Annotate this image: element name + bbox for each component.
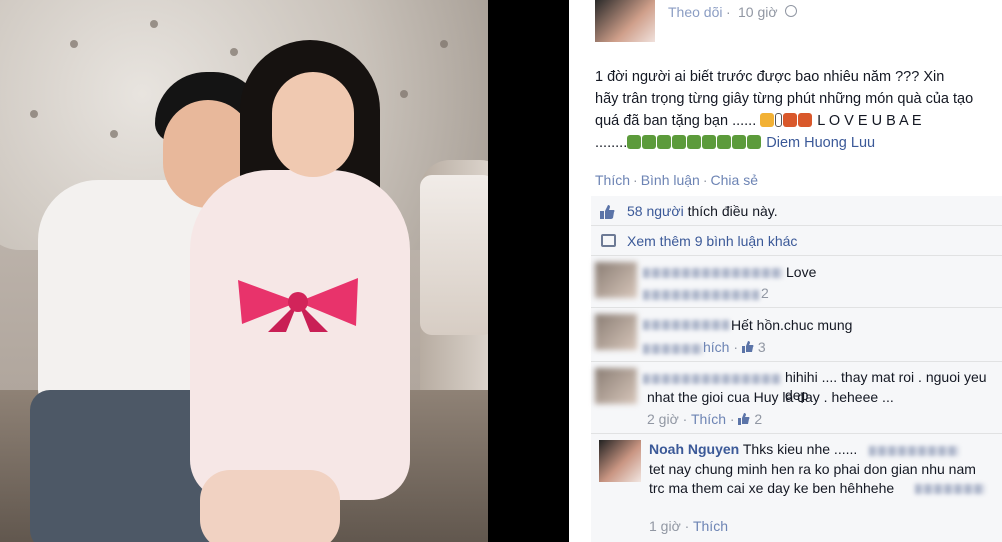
sofa-tuft	[400, 90, 408, 98]
comment-text: Thks kieu nhe ......	[742, 441, 858, 457]
separator-dot: ·	[726, 4, 731, 20]
post-line: quá đã ban tặng bạn ...... L O V E U B A…	[595, 110, 987, 132]
comment-bubble-icon	[601, 234, 616, 247]
cake-emoji-icon	[627, 135, 642, 149]
comment-time[interactable]: 2 giờ	[647, 411, 679, 427]
pillow	[420, 175, 488, 335]
blurred-meta	[643, 344, 703, 354]
cake-emoji-icon	[672, 135, 687, 149]
screenshot: Theo dõi · 10 giờ 1 đời người ai biết tr…	[0, 0, 1002, 542]
sofa-tuft	[440, 40, 448, 48]
comment-item: Love 2	[591, 256, 1002, 308]
sofa-tuft	[150, 20, 158, 28]
comment-like-button[interactable]: Thích	[691, 411, 726, 427]
blurred-name	[643, 320, 729, 330]
commenter-name-link[interactable]: Noah Nguyen	[649, 441, 739, 457]
sofa-tuft	[70, 40, 78, 48]
separator-dot: ·	[633, 172, 638, 188]
post-photo[interactable]	[0, 0, 488, 542]
comment-meta: 1 giờ · Thích	[649, 518, 728, 534]
gift-emoji-icon	[798, 113, 813, 127]
cake-emoji-icon	[642, 135, 657, 149]
commenter-avatar[interactable]	[595, 262, 637, 298]
likes-row: 58 người thích điều này.	[591, 196, 1002, 226]
comment-like-button[interactable]: Thích	[693, 518, 728, 534]
tagged-person-link[interactable]: Diem Huong Luu	[766, 135, 875, 151]
globe-icon	[785, 5, 797, 17]
post-line-text: L O V E U B A E	[813, 113, 922, 129]
party-emoji-icon	[760, 113, 775, 127]
comment-like-count[interactable]: 2	[754, 411, 762, 427]
cake-emoji-icon	[732, 135, 747, 149]
comment-item: Hết hồn.chuc mung hích · 3	[591, 308, 1002, 362]
comment-like-count[interactable]: 2	[761, 285, 769, 301]
woman-dress	[190, 170, 410, 500]
thumbs-up-icon	[741, 341, 754, 353]
comment-text: Love	[786, 264, 817, 280]
blurred-name	[915, 484, 985, 494]
woman-face	[272, 72, 354, 177]
separator-dot: ·	[702, 172, 708, 188]
cake-emoji-icon	[717, 135, 732, 149]
post-line-text: ........	[595, 135, 628, 151]
comment-text: tet nay chung minh hen ra ko phai don gi…	[649, 461, 976, 477]
box-glyph-icon	[775, 113, 783, 127]
view-more-comments-link[interactable]: Xem thêm 9 bình luận khác	[627, 233, 797, 249]
cake-emoji-icon	[657, 135, 672, 149]
post-panel: Theo dõi · 10 giờ 1 đời người ai biết tr…	[569, 0, 1002, 542]
comment-like-count[interactable]: 3	[758, 339, 766, 355]
share-button[interactable]: Chia sẻ	[711, 172, 758, 188]
thumbs-up-icon	[738, 413, 750, 425]
cake-emoji-icon	[687, 135, 702, 149]
post-line: 1 đời người ai biết trước được bao nhiêu…	[595, 69, 945, 85]
blurred-name	[869, 446, 959, 456]
commenter-avatar[interactable]	[599, 440, 641, 482]
cake-emoji-icon	[702, 135, 717, 149]
blurred-name	[643, 374, 781, 384]
post-time[interactable]: 10 giờ	[738, 4, 778, 20]
likes-suffix: thích điều này.	[683, 203, 778, 219]
follow-link[interactable]: Theo dõi	[668, 4, 722, 20]
blurred-name	[643, 268, 783, 278]
comment-like-button[interactable]: hích	[703, 339, 729, 355]
commenter-avatar[interactable]	[595, 368, 637, 404]
woman-legs	[200, 470, 340, 542]
sofa-tuft	[110, 130, 118, 138]
post-text: 1 đời người ai biết trước được bao nhiêu…	[595, 66, 987, 154]
comment-first-line: Noah Nguyen Thks kieu nhe ......	[649, 440, 857, 458]
like-button[interactable]: Thích	[595, 172, 630, 188]
comment-item: hihihi .... thay mat roi . nguoi yeu dep…	[591, 362, 1002, 434]
post-line: hãy trân trọng từng giây từng phút những…	[595, 91, 974, 107]
sofa-tuft	[30, 110, 38, 118]
sofa-tuft	[230, 48, 238, 56]
comments-area: 58 người thích điều này. Xem thêm 9 bình…	[591, 196, 1002, 542]
comment-button[interactable]: Bình luận	[641, 172, 700, 188]
comment-text: trc ma them cai xe day ke ben hêhhehe	[649, 480, 895, 496]
pink-bow	[238, 278, 358, 332]
post-line-text: quá đã ban tặng bạn ......	[595, 113, 761, 129]
post-line: ........ Diem Huong Luu	[595, 132, 987, 154]
author-avatar[interactable]	[595, 0, 655, 42]
comment-text: nhat the gioi cua Huy la đay . heheee ..…	[647, 389, 894, 405]
comment-meta: hích · 3	[703, 339, 766, 355]
comment-text: Hết hồn.chuc mung	[731, 317, 853, 333]
likes-count-link[interactable]: 58 người	[627, 203, 684, 219]
blurred-meta	[643, 290, 759, 300]
comment-time[interactable]: 1 giờ	[649, 518, 681, 534]
comment-item: Noah Nguyen Thks kieu nhe ...... tet nay…	[591, 434, 1002, 542]
post-actions: Thích · Bình luận · Chia sẻ	[595, 172, 758, 188]
commenter-avatar[interactable]	[595, 314, 637, 350]
comment-meta: 2 giờ · Thích · 2	[647, 411, 763, 427]
likes-summary: 58 người thích điều này.	[627, 203, 778, 219]
cake-emoji-icon	[747, 135, 762, 149]
view-more-row[interactable]: Xem thêm 9 bình luận khác	[591, 226, 1002, 256]
gift-emoji-icon	[783, 113, 798, 127]
thumbs-up-icon	[600, 205, 615, 219]
